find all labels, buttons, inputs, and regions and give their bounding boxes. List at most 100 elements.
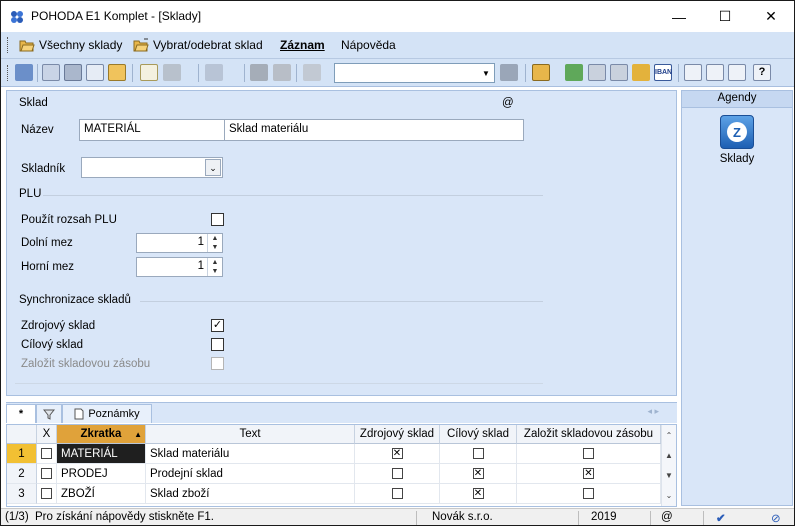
table-cell-text[interactable]: Sklad zboží xyxy=(146,484,355,504)
col-header-zkratka[interactable]: Zkratka ▲ xyxy=(57,425,146,444)
table-cell-zalozit[interactable]: ✕ xyxy=(517,464,661,484)
menu-napoveda[interactable]: Nápověda xyxy=(341,38,396,52)
email-status-icon[interactable]: @ xyxy=(661,511,673,523)
help-icon[interactable]: ? xyxy=(753,64,771,81)
row-select-checkbox[interactable] xyxy=(41,488,52,499)
save-icon[interactable] xyxy=(250,64,268,81)
report-icon[interactable] xyxy=(728,64,746,81)
preview-icon[interactable] xyxy=(86,64,104,81)
zdrojovy-checkbox[interactable]: ✕ xyxy=(391,448,403,459)
folder-icon[interactable] xyxy=(532,64,550,81)
filter-icon[interactable] xyxy=(500,64,518,81)
chevron-down-icon[interactable]: ▼ xyxy=(479,65,493,81)
zalozit-checkbox[interactable]: ✕ xyxy=(583,468,594,479)
table-cell-cilovy[interactable] xyxy=(440,444,517,464)
col-header-cilovy[interactable]: Cílový sklad xyxy=(440,425,517,444)
table-cell-zalozit[interactable] xyxy=(517,444,661,464)
nazev-code-field[interactable]: MATERIÁL xyxy=(79,119,225,141)
copy-icon[interactable] xyxy=(42,64,60,81)
table-cell-zalozit[interactable] xyxy=(517,484,661,504)
cilovy-checkbox[interactable]: ✕ xyxy=(472,468,484,479)
table-cell-zkratka[interactable]: PRODEJ xyxy=(57,464,146,484)
tab-scroll-icon[interactable]: ◂ ▸ xyxy=(647,406,659,417)
menu-zaznam[interactable]: Záznam xyxy=(280,38,325,52)
export-icon[interactable] xyxy=(108,64,126,81)
zdrojovy-sklad-checkbox[interactable]: ✓ xyxy=(211,319,224,332)
sklady-agenda-label[interactable]: Sklady xyxy=(682,153,792,165)
record-form: Sklad @ Název MATERIÁL Sklad materiálu S… xyxy=(6,90,677,396)
row-number[interactable]: 3 xyxy=(7,484,37,504)
tab-poznamky[interactable]: Poznámky xyxy=(62,404,152,423)
new-record-icon[interactable] xyxy=(140,64,158,81)
horni-mez-stepper[interactable]: 1 ▲ ▼ xyxy=(136,257,223,277)
pouzit-rozsah-checkbox[interactable] xyxy=(211,213,224,226)
iban-icon[interactable]: IBAN xyxy=(654,64,672,81)
table-cell-zkratka[interactable]: MATERIÁL xyxy=(57,444,146,464)
table-cell-x[interactable] xyxy=(37,484,57,504)
coins-icon[interactable] xyxy=(632,64,650,81)
table-cell-zdrojovy[interactable]: ✕ xyxy=(355,444,440,464)
close-button[interactable]: ✕ xyxy=(748,1,794,32)
list-icon[interactable] xyxy=(706,64,724,81)
zalozit-checkbox[interactable] xyxy=(583,448,594,459)
row-number[interactable]: 2 xyxy=(7,464,37,484)
col-header-zalozit[interactable]: Založit skladovou zásobu xyxy=(517,425,661,444)
table-cell-x[interactable] xyxy=(37,444,57,464)
filter-combo[interactable]: ▼ xyxy=(334,63,495,83)
scroll-up-icon[interactable]: ▲ xyxy=(665,451,673,460)
col-header-zdrojovy[interactable]: Zdrojový sklad xyxy=(355,425,440,444)
calculator-icon[interactable] xyxy=(588,64,606,81)
back-arrow-icon[interactable] xyxy=(205,64,223,81)
table-cell-zdrojovy[interactable] xyxy=(355,484,440,504)
cilovy-checkbox[interactable]: ✕ xyxy=(472,488,484,499)
table-cell-cilovy[interactable]: ✕ xyxy=(440,464,517,484)
payments-icon[interactable] xyxy=(684,64,702,81)
minimize-button[interactable]: — xyxy=(656,1,702,32)
table-cell-cilovy[interactable]: ✕ xyxy=(440,484,517,504)
menu-vybrat-odebrat-sklad[interactable]: Vybrat/odebrat sklad xyxy=(133,38,263,52)
nazev-text-field[interactable]: Sklad materiálu xyxy=(224,119,524,141)
zdrojovy-checkbox[interactable] xyxy=(391,488,403,499)
toolbar-grip[interactable] xyxy=(7,65,10,81)
col-header-x[interactable]: X xyxy=(37,425,57,444)
table-cell-x[interactable] xyxy=(37,464,57,484)
dolni-mez-stepper[interactable]: 1 ▲ ▼ xyxy=(136,233,223,253)
sklady-agenda-icon[interactable]: Z xyxy=(720,115,754,149)
duplicate-icon[interactable] xyxy=(303,64,321,81)
save-disabled-icon[interactable] xyxy=(273,64,291,81)
checkmark-status-icon[interactable]: ✔ xyxy=(716,511,726,525)
zdrojovy-checkbox[interactable] xyxy=(391,468,403,479)
email-at-icon[interactable]: @ xyxy=(502,97,514,109)
spin-arrows-icon[interactable]: ▲ ▼ xyxy=(207,258,222,276)
print-icon[interactable] xyxy=(64,64,82,81)
exit-icon[interactable] xyxy=(15,64,33,81)
menu-vsechny-sklady[interactable]: Všechny sklady xyxy=(19,38,122,52)
spin-arrows-icon[interactable]: ▲ ▼ xyxy=(207,234,222,252)
table-scrollbar[interactable]: ⌃ ▲ ▼ ⌄ xyxy=(661,425,676,506)
cilovy-sklad-checkbox[interactable] xyxy=(211,338,224,351)
scroll-down-icon[interactable]: ▼ xyxy=(665,471,673,480)
scroll-top-icon[interactable]: ⌃ xyxy=(666,431,673,440)
tab-filter[interactable] xyxy=(36,404,62,423)
menu-grip[interactable] xyxy=(7,37,10,53)
scroll-bottom-icon[interactable]: ⌄ xyxy=(666,491,673,500)
money-icon[interactable] xyxy=(565,64,583,81)
table-cell-zkratka[interactable]: ZBOŽÍ xyxy=(57,484,146,504)
calc2-icon[interactable] xyxy=(610,64,628,81)
col-header-text[interactable]: Text xyxy=(146,425,355,444)
confirm-circle-icon[interactable]: ⊘ xyxy=(771,511,781,525)
table-cell-text[interactable]: Prodejní sklad xyxy=(146,464,355,484)
skladnik-select[interactable]: ⌄ xyxy=(81,157,223,178)
row-number[interactable]: 1 xyxy=(7,444,37,464)
row-select-checkbox[interactable] xyxy=(41,468,52,479)
maximize-button[interactable]: ☐ xyxy=(702,1,748,32)
table-cell-zdrojovy[interactable] xyxy=(355,464,440,484)
check-icon[interactable] xyxy=(163,64,181,81)
table-cell-text[interactable]: Sklad materiálu xyxy=(146,444,355,464)
skladnik-label: Skladník xyxy=(21,163,66,175)
zalozit-checkbox[interactable] xyxy=(583,488,594,499)
tab-all[interactable]: * xyxy=(6,404,36,423)
cilovy-checkbox[interactable] xyxy=(472,448,484,459)
row-select-checkbox[interactable] xyxy=(41,448,52,459)
chevron-down-icon[interactable]: ⌄ xyxy=(205,159,221,176)
